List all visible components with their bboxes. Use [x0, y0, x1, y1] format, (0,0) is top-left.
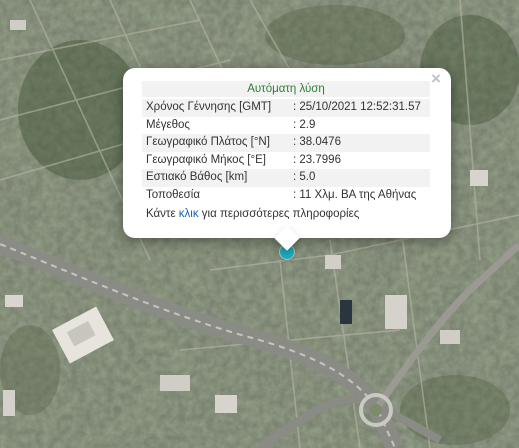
latitude-value: : 38.0476: [289, 134, 430, 152]
table-row: Εστιακό Βάθος [km] : 5.0: [142, 169, 430, 187]
popup-content: Αυτόματη λύση Χρόνος Γέννησης [GMT] : 25…: [142, 81, 430, 222]
more-info-suffix: για περισσότερες πληροφορίες: [198, 207, 360, 220]
more-info-prefix: Κάντε: [146, 207, 179, 220]
depth-value: : 5.0: [289, 169, 430, 187]
more-info-line: Κάντε κλικ για περισσότερες πληροφορίες: [142, 206, 430, 222]
table-row: Χρόνος Γέννησης [GMT] : 25/10/2021 12:52…: [142, 99, 430, 117]
close-icon[interactable]: ×: [429, 70, 443, 87]
location-label: Τοποθεσία: [146, 188, 200, 201]
origin-time-label: Χρόνος Γέννησης [GMT]: [142, 99, 289, 117]
latitude-label: Γεωγραφικό Πλάτος [°N]: [142, 134, 289, 152]
location-value: : 11 Χλμ. ΒΑ της Αθήνας: [293, 188, 417, 201]
longitude-label: Γεωγραφικό Μήκος [°E]: [146, 153, 266, 166]
longitude-value: : 23.7996: [293, 153, 341, 166]
table-row: Γεωγραφικό Πλάτος [°N] : 38.0476: [142, 134, 430, 152]
earthquake-details-table: Χρόνος Γέννησης [GMT] : 25/10/2021 12:52…: [142, 99, 430, 205]
table-row: Γεωγραφικό Μήκος [°E] : 23.7996: [142, 152, 430, 170]
popup-title: Αυτόματη λύση: [142, 81, 430, 97]
table-row: Μέγεθος : 2.9: [142, 117, 430, 135]
magnitude-value: : 2.9: [293, 118, 316, 131]
earthquake-popup: × Αυτόματη λύση Χρόνος Γέννησης [GMT] : …: [123, 68, 451, 251]
more-info-link[interactable]: κλικ: [179, 208, 199, 220]
magnitude-label: Μέγεθος: [146, 118, 190, 131]
origin-time-value: : 25/10/2021 12:52:31.57: [289, 99, 430, 117]
table-row: Τοποθεσία : 11 Χλμ. ΒΑ της Αθήνας: [142, 187, 430, 205]
depth-label: Εστιακό Βάθος [km]: [142, 169, 289, 187]
